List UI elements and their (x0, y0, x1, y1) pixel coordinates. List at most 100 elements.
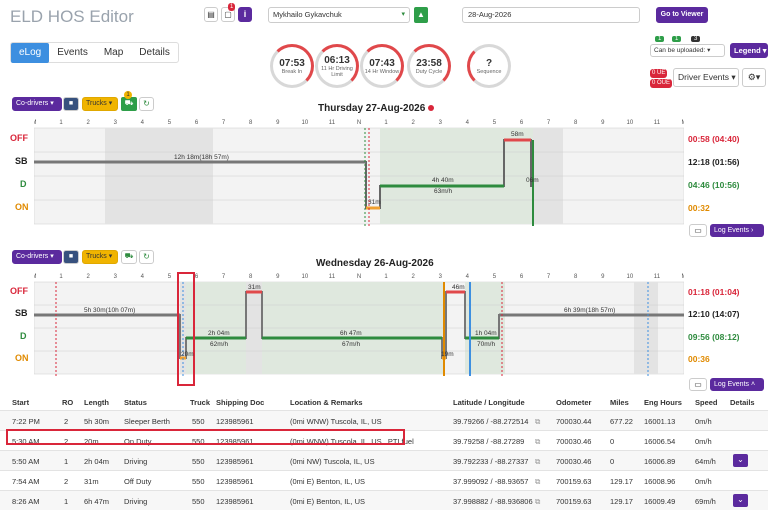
hour-tick-label: 1 (384, 274, 388, 280)
hour-tick-label: 10 (626, 274, 633, 280)
log1-row-label-sb: SB (15, 156, 28, 166)
log2-log-events-button[interactable]: Log Events ˄ (710, 378, 764, 391)
date-input[interactable]: 28-Aug-2026 (462, 7, 640, 23)
log2-seg-label: 62m/h (210, 341, 228, 348)
trucks-button-2[interactable]: Trucks ▾ (82, 250, 118, 264)
hour-tick-label: 1 (59, 274, 63, 280)
settings-button[interactable]: ⚙▾ (742, 68, 766, 87)
driver-status-icon[interactable]: ▲ (414, 7, 428, 23)
hour-tick-label: 1 (384, 120, 388, 126)
log2-graph: OFF SB D ON M 1 2 3 4 5 6 7 8 9 10 11 N 1 2 3 4 5 6 7 8 9 10 11… (0, 270, 768, 390)
driver-select[interactable]: Mykhailo Gykavchuk ▾ (268, 7, 410, 23)
table-row[interactable]: 5:50 AM 1 2h 04m Driving 550 123985961 (0mi NW… (0, 450, 768, 470)
tab-map[interactable]: Map (96, 43, 131, 63)
log2-seg-label: 19m (441, 351, 454, 358)
co-drivers-button[interactable]: Co-drivers ▾ (12, 97, 62, 111)
log2-comment-button[interactable]: ▭ (689, 378, 707, 391)
expand-details-button[interactable]: ⌄ (733, 494, 748, 507)
document-button[interactable]: ▤ (204, 7, 218, 22)
hour-tick-label: M (34, 274, 37, 280)
driver-events-label: Driver Events (678, 72, 730, 82)
col-speed: Speed (695, 398, 718, 407)
log1-log-events-button[interactable]: Log Events › (710, 224, 764, 237)
copy-icon[interactable]: ⧉ (535, 457, 540, 467)
log1-seg-label: 31m (368, 199, 381, 206)
copy-icon[interactable]: ⧉ (535, 417, 540, 427)
hour-tick-label: 8 (249, 274, 253, 280)
hour-tick-label: 2 (86, 274, 90, 280)
table-cell: (0mi WNW) Tuscola, IL, US (290, 417, 382, 426)
log1-total-off: 00:58 (04:40) (688, 134, 740, 144)
truck-icon-button[interactable]: ■ (63, 97, 79, 111)
copy-icon[interactable]: ⧉ (535, 437, 540, 447)
table-cell: 39.79266 / -88.272514 (453, 417, 529, 426)
table-row[interactable]: 7:22 PM 2 5h 30m Sleeper Berth 550 123985961 (… (0, 410, 768, 430)
log2-row-label-d: D (20, 331, 27, 341)
info-button[interactable]: i (238, 7, 252, 22)
can-be-uploaded-select[interactable]: Can be uploaded: ▾ (650, 44, 725, 57)
table-cell: 700159.63 (556, 477, 592, 486)
table-cell: 129.17 (610, 497, 633, 506)
table-cell: 1 (64, 497, 69, 506)
hour-tick-label: 1 (59, 120, 63, 126)
refresh-button[interactable]: ↻ (139, 97, 154, 111)
table-row[interactable]: 8:26 AM 1 6h 47m Driving 550 123985961 (0mi E)… (0, 490, 768, 510)
main-tabs: eLog Events Map Details (10, 42, 179, 63)
table-row[interactable]: 7:54 AM 2 31m Off Duty 550 123985961 (0mi E) B… (0, 470, 768, 490)
hour-tick-label: 11 (654, 120, 661, 126)
table-cell: 16001.13 (644, 417, 676, 426)
hour-tick-label: 2 (411, 274, 415, 280)
hour-tick-label: 4 (466, 120, 470, 126)
table-cell: (0mi E) Benton, IL, US (290, 477, 366, 486)
gauge-driving-limit: 06:13 11 Hr Driving Limit (315, 44, 359, 88)
go-to-viewer-button[interactable]: Go to Viewer (656, 7, 708, 23)
tab-details[interactable]: Details (131, 43, 178, 63)
col-location: Location & Remarks (290, 398, 363, 407)
copy-icon[interactable]: ⧉ (535, 477, 540, 487)
date-input-value: 28-Aug-2026 (468, 10, 512, 19)
hour-tick-label: 10 (301, 274, 308, 280)
hour-tick-label: 6 (520, 274, 524, 280)
truck-green-button[interactable]: ⛟ (121, 97, 137, 111)
driver-events-select[interactable]: Driver Events ▾ (673, 68, 739, 87)
truck-outline-button[interactable]: ⛟ (121, 250, 137, 264)
log2-hour-ticks: M 1 2 3 4 5 6 7 8 9 10 11 N 1 2 3 4 5 6 7 8 9 10 11 M (34, 274, 684, 280)
legend-label: Legend (734, 46, 761, 55)
hour-tick-label: 3 (114, 274, 118, 280)
truck-icon-button-2[interactable]: ■ (63, 250, 79, 264)
col-truck: Truck (190, 398, 211, 407)
log1-row-label-off: OFF (10, 133, 28, 143)
log1-comment-button[interactable]: ▭ (689, 224, 707, 237)
events-table: Start RO Length Status Truck Shipping Do… (0, 394, 768, 512)
hour-tick-label: 7 (222, 120, 226, 126)
refresh-button-2[interactable]: ↻ (139, 250, 154, 264)
expand-details-button[interactable]: ⌄ (733, 454, 748, 467)
hour-tick-label: 11 (329, 120, 336, 126)
count-badge-3: 3 (691, 36, 701, 42)
log1-graph: OFF SB D ON M 1 2 3 4 5 6 7 8 9 10 11 N 1 2 3 4 5 6 7 8 9 10 11… (0, 116, 768, 236)
legend-button[interactable]: Legend ▾ (730, 43, 768, 58)
hour-tick-label: 2 (411, 120, 415, 126)
driver-select-value: Mykhailo Gykavchuk (273, 10, 342, 19)
hour-tick-label: 9 (276, 274, 280, 280)
tab-events[interactable]: Events (49, 43, 96, 63)
table-cell: 0m/h (695, 477, 712, 486)
hour-tick-label: 10 (626, 120, 633, 126)
log2-total-sb: 12:10 (14:07) (688, 309, 740, 319)
tab-elog[interactable]: eLog (11, 43, 50, 63)
table-cell: Driving (124, 497, 148, 506)
log1-date-text: Thursday 27-Aug-2026 (318, 103, 426, 114)
gauge-sequence: ? Sequence (467, 44, 511, 88)
log2-seg-label: 5h 30m(10h 07m) (84, 307, 135, 314)
log2-seg-label: 1h 04m (475, 330, 497, 337)
table-cell: Off Duty (124, 477, 152, 486)
copy-icon[interactable]: ⧉ (535, 497, 540, 507)
co-drivers-button-2[interactable]: Co-drivers ▾ (12, 250, 62, 264)
hour-tick-label: 11 (329, 274, 336, 280)
log1-date: Thursday 27-Aug-2026 (318, 103, 435, 114)
gauge-break-in: 07:53 Break In (270, 44, 314, 88)
hour-tick-label: 7 (222, 274, 226, 280)
trucks-button[interactable]: Trucks ▾ (82, 97, 118, 111)
log2-row-label-sb: SB (15, 308, 28, 318)
hour-tick-label: 8 (574, 274, 578, 280)
